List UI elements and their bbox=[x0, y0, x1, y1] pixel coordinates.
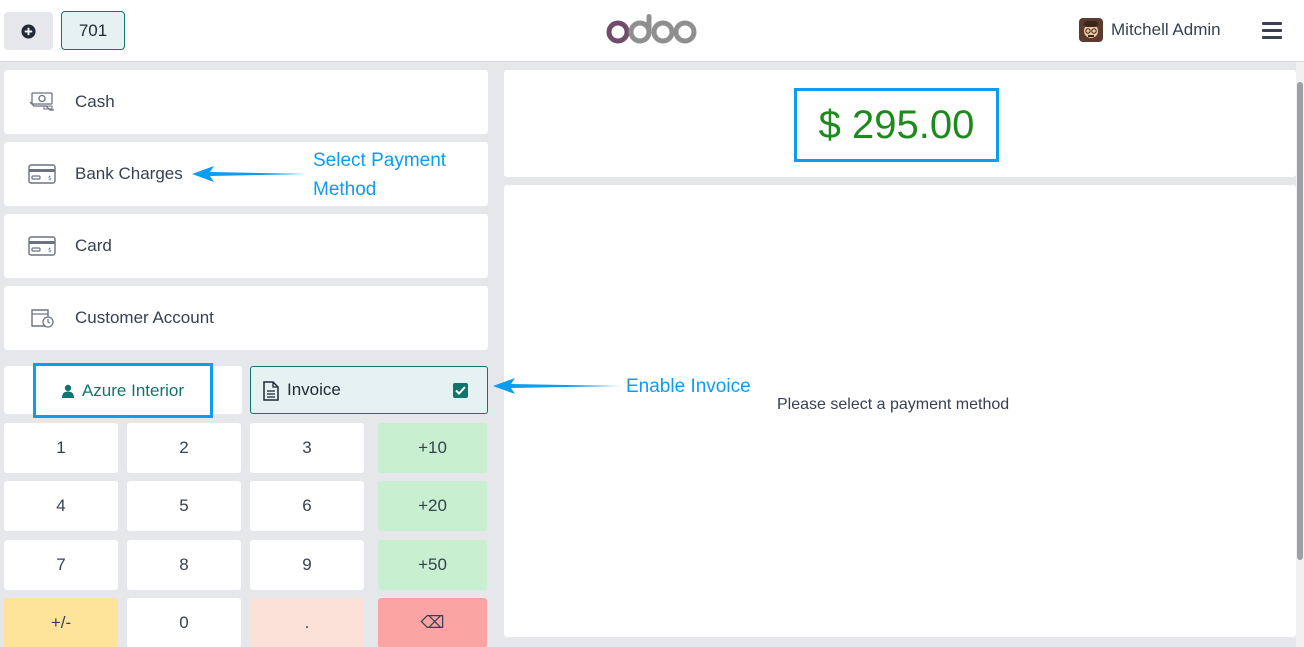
user-name: Mitchell Admin bbox=[1111, 20, 1221, 39]
customer-name: Azure Interior bbox=[81, 380, 185, 400]
user-menu[interactable]: Mitchell Admin bbox=[1079, 18, 1221, 42]
keypad-key-plus-minus[interactable]: +/- bbox=[4, 598, 118, 647]
keypad-key-2[interactable]: 2 bbox=[127, 423, 241, 473]
keypad-key-plus-50[interactable]: +50 bbox=[378, 540, 487, 590]
keypad-key-9[interactable]: 9 bbox=[250, 540, 364, 590]
payment-method-cash[interactable]: Cash bbox=[4, 70, 488, 134]
invoice-toggle-button[interactable]: Invoice bbox=[250, 366, 488, 414]
keypad-key-backspace[interactable]: ⌫ bbox=[378, 598, 487, 647]
payment-method-customer-account[interactable]: Customer Account bbox=[4, 286, 488, 350]
avatar bbox=[1079, 18, 1103, 42]
keypad-key-1[interactable]: 1 bbox=[4, 423, 118, 473]
invoice-checkbox[interactable] bbox=[453, 383, 468, 398]
keypad-key-5[interactable]: 5 bbox=[127, 481, 241, 531]
new-order-button[interactable] bbox=[4, 12, 53, 50]
keypad-key-4[interactable]: 4 bbox=[4, 481, 118, 531]
scrollbar-thumb[interactable] bbox=[1297, 82, 1303, 560]
hamburger-menu-icon[interactable] bbox=[1260, 19, 1284, 41]
total-amount: $ 295.00 bbox=[794, 88, 999, 162]
keypad-key-decimal[interactable]: . bbox=[250, 598, 364, 647]
plus-circle-icon bbox=[21, 23, 36, 39]
keypad-key-plus-10[interactable]: +10 bbox=[378, 423, 487, 473]
payment-method-card[interactable]: $ Card bbox=[4, 214, 488, 278]
payment-method-label: Customer Account bbox=[75, 308, 214, 327]
annotation-enable-invoice: Enable Invoice bbox=[626, 376, 751, 397]
invoice-label: Invoice bbox=[287, 380, 341, 399]
card-icon: $ bbox=[28, 164, 56, 184]
order-number-button[interactable]: 701 bbox=[61, 11, 125, 50]
payment-method-label: Card bbox=[75, 236, 112, 255]
keypad-key-8[interactable]: 8 bbox=[127, 540, 241, 590]
annotation-select-payment: Select Payment Method bbox=[313, 146, 446, 204]
document-icon bbox=[263, 381, 279, 401]
cash-icon bbox=[29, 92, 54, 111]
wallet-clock-icon bbox=[31, 309, 54, 328]
keypad-key-plus-20[interactable]: +20 bbox=[378, 481, 487, 531]
annotation-select-payment-line2: Method bbox=[313, 179, 377, 200]
keypad-key-7[interactable]: 7 bbox=[4, 540, 118, 590]
keypad-key-6[interactable]: 6 bbox=[250, 481, 364, 531]
keypad-key-3[interactable]: 3 bbox=[250, 423, 364, 473]
annotation-arrow-invoice bbox=[493, 378, 620, 394]
annotation-arrow-payment bbox=[192, 166, 307, 182]
customer-button[interactable]: Azure Interior bbox=[33, 363, 213, 418]
svg-text:$: $ bbox=[48, 175, 52, 182]
top-bar: 701 Mitchell Admin bbox=[0, 0, 1304, 62]
odoo-logo bbox=[606, 12, 698, 53]
user-icon bbox=[61, 384, 74, 398]
card-icon: $ bbox=[28, 236, 56, 256]
checkmark-icon bbox=[455, 386, 466, 395]
svg-text:$: $ bbox=[48, 247, 52, 254]
payment-hint: Please select a payment method bbox=[777, 396, 1010, 413]
keypad-key-0[interactable]: 0 bbox=[127, 598, 241, 647]
annotation-select-payment-line1: Select Payment bbox=[313, 150, 447, 171]
payment-method-label: Cash bbox=[75, 92, 115, 111]
payment-method-label: Bank Charges bbox=[75, 164, 183, 183]
